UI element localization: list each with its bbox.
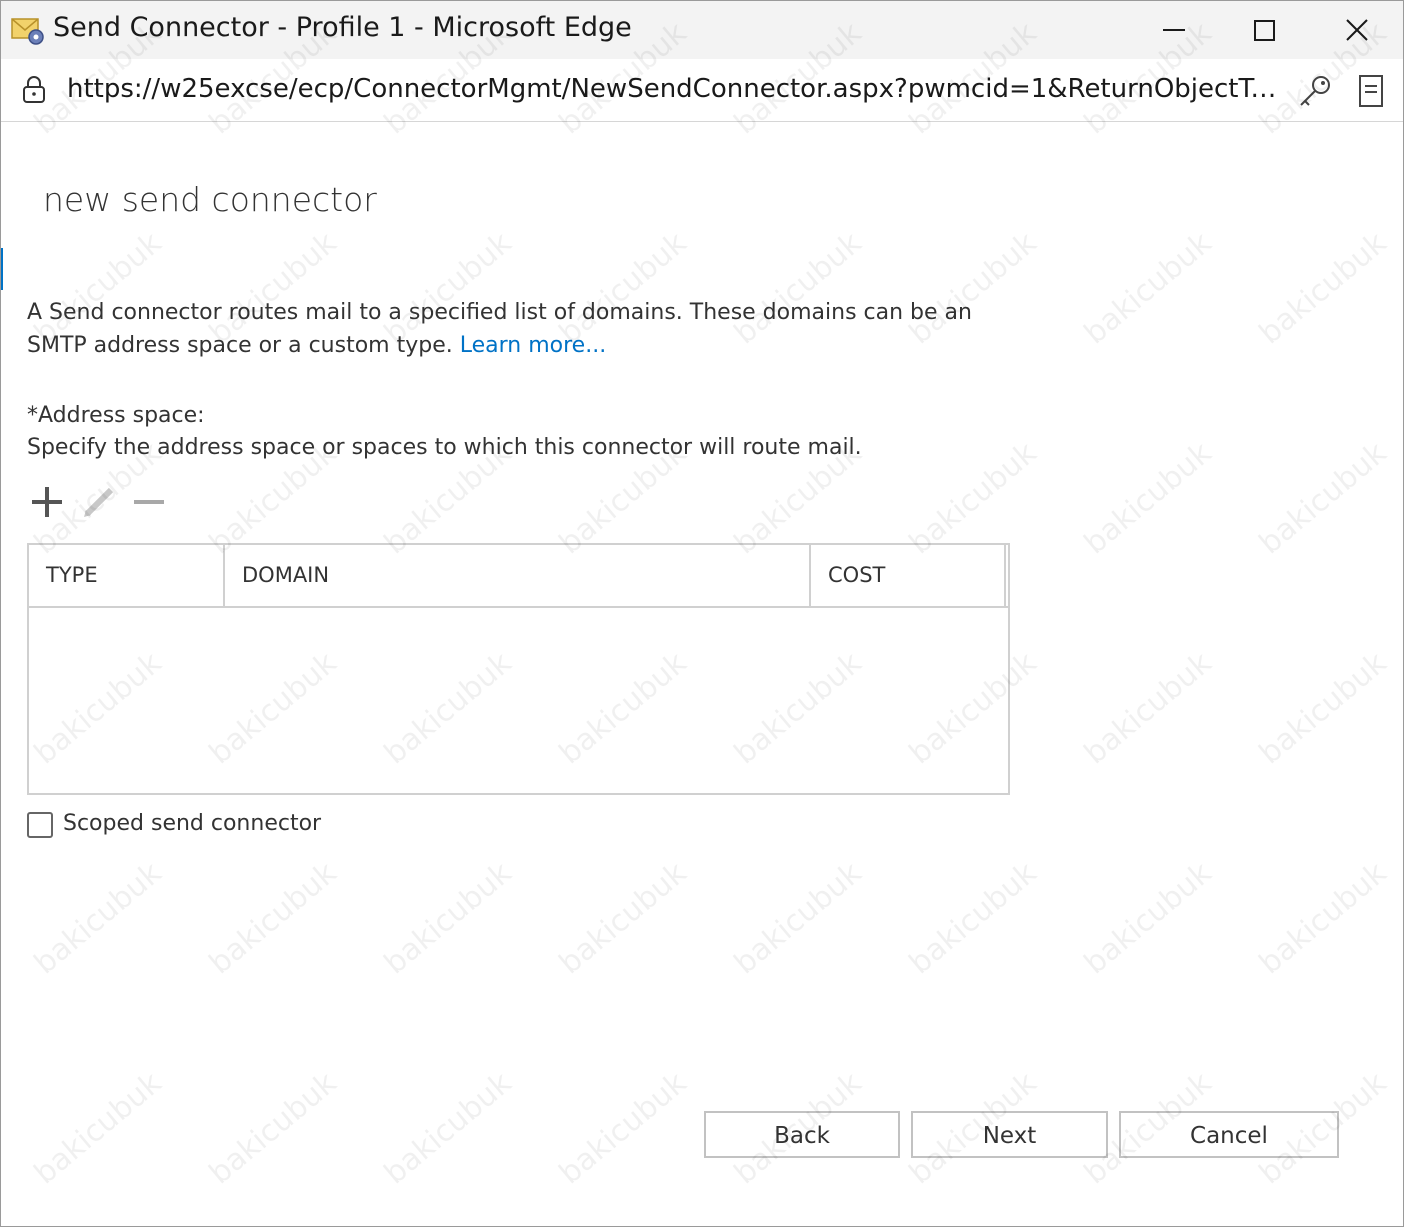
- add-icon: [32, 487, 62, 517]
- remove-icon: [134, 500, 164, 504]
- edit-button[interactable]: [81, 484, 117, 520]
- minimize-icon: [1163, 29, 1185, 31]
- browser-window: Send Connector - Profile 1 - Microsoft E…: [0, 0, 1404, 1227]
- column-header-domain[interactable]: DOMAIN: [225, 545, 811, 606]
- address-bar: https://w25excse/ecp/ConnectorMgmt/NewSe…: [1, 59, 1403, 122]
- url-field[interactable]: https://w25excse/ecp/ConnectorMgmt/NewSe…: [67, 74, 1277, 104]
- mail-gear-icon: [11, 14, 45, 46]
- edit-icon: [84, 487, 114, 517]
- add-button[interactable]: [29, 484, 65, 520]
- reading-view-icon[interactable]: [1357, 74, 1385, 112]
- column-header-cost[interactable]: COST: [811, 545, 1006, 606]
- close-icon: [1346, 19, 1368, 41]
- left-accent-bar: [1, 248, 3, 290]
- maximize-button[interactable]: [1225, 1, 1305, 59]
- cancel-button[interactable]: Cancel: [1119, 1111, 1339, 1158]
- remove-button[interactable]: [131, 484, 167, 520]
- address-space-hint: Specify the address space or spaces to w…: [27, 435, 862, 460]
- close-button[interactable]: [1317, 1, 1397, 59]
- address-space-toolbar: [29, 484, 179, 520]
- page-title: new send connector: [43, 180, 377, 219]
- address-space-label: *Address space:: [27, 403, 205, 428]
- table-header: TYPE DOMAIN COST: [29, 545, 1008, 608]
- column-header-type[interactable]: TYPE: [29, 545, 225, 606]
- back-button[interactable]: Back: [704, 1111, 900, 1158]
- lock-icon[interactable]: [21, 76, 47, 108]
- address-space-table[interactable]: TYPE DOMAIN COST: [27, 543, 1010, 795]
- maximize-icon: [1254, 20, 1275, 41]
- title-bar: Send Connector - Profile 1 - Microsoft E…: [1, 1, 1403, 59]
- window-title: Send Connector - Profile 1 - Microsoft E…: [53, 12, 632, 43]
- learn-more-link[interactable]: Learn more...: [460, 333, 606, 358]
- key-icon[interactable]: [1297, 74, 1333, 112]
- next-button[interactable]: Next: [911, 1111, 1108, 1158]
- scoped-send-connector-label: Scoped send connector: [63, 811, 322, 836]
- description-text: A Send connector routes mail to a specif…: [27, 296, 1017, 362]
- minimize-button[interactable]: [1134, 1, 1214, 59]
- dialog-content: new send connector A Send connector rout…: [1, 122, 1403, 1226]
- scoped-send-connector-option[interactable]: Scoped send connector: [27, 811, 347, 843]
- scoped-send-connector-checkbox[interactable]: [27, 812, 53, 838]
